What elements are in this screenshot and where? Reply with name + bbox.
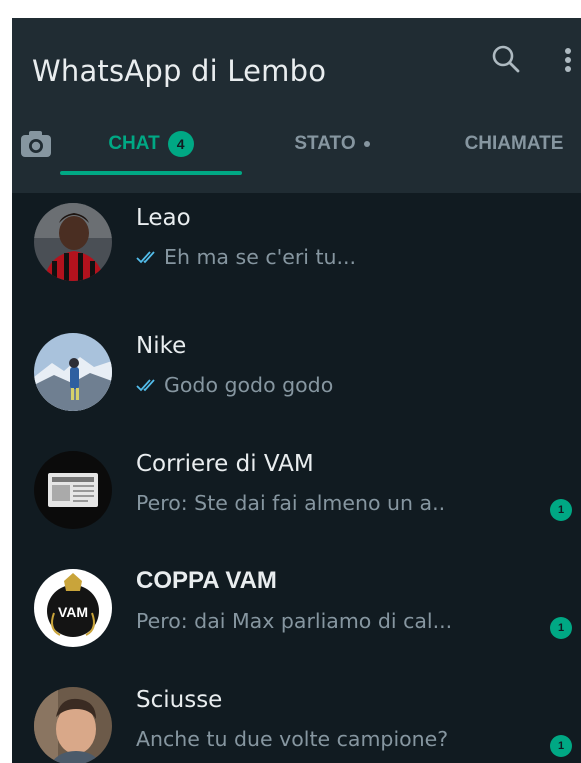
chat-preview-text: Pero: dai Max parliamo di cal... bbox=[136, 609, 453, 633]
chat-list: Leao Eh ma se c'eri tu... Nike Godo godo… bbox=[12, 193, 581, 763]
search-icon bbox=[492, 45, 520, 73]
avatar-nike bbox=[34, 333, 112, 411]
more-options-button[interactable] bbox=[556, 40, 580, 80]
unread-chats-badge: 4 bbox=[167, 131, 194, 157]
search-button[interactable] bbox=[486, 40, 526, 80]
chat-name: Corriere di VAM bbox=[136, 451, 314, 477]
camera-icon bbox=[21, 131, 51, 157]
tab-chiamate[interactable]: CHIAMATE bbox=[447, 124, 581, 164]
chat-preview-text: Eh ma se c'eri tu... bbox=[164, 245, 357, 269]
unread-badge: 1 bbox=[550, 617, 572, 639]
avatar-leao bbox=[34, 203, 112, 281]
avatar-sciusse bbox=[34, 687, 112, 763]
active-tab-indicator bbox=[60, 171, 242, 175]
chat-row-coppa-vam[interactable]: VAM COPPA VAM Pero: dai Max parliamo di … bbox=[12, 547, 581, 665]
avatar-corriere-di-vam bbox=[34, 451, 112, 529]
chat-row-nike[interactable]: Nike Godo godo godo bbox=[12, 311, 581, 429]
chat-preview: Pero: dai Max parliamo di cal... bbox=[136, 609, 452, 633]
tab-chat-label: CHAT bbox=[108, 133, 160, 154]
app-title: WhatsApp di Lembo bbox=[32, 54, 327, 88]
unread-badge: 1 bbox=[550, 735, 572, 757]
chat-name: COPPA VAM bbox=[136, 567, 277, 594]
chat-preview: Eh ma se c'eri tu... bbox=[136, 245, 356, 269]
unread-badge: 1 bbox=[550, 499, 572, 521]
tab-chat[interactable]: CHAT 4 bbox=[60, 124, 242, 164]
chat-preview-text: Godo godo godo bbox=[164, 373, 334, 397]
app-header: WhatsApp di Lembo CHAT 4 STATO CHIAMATE bbox=[12, 18, 581, 193]
tab-stato[interactable]: STATO bbox=[267, 124, 397, 164]
chat-preview: Anche tu due volte campione? bbox=[136, 727, 448, 751]
chat-row-leao[interactable]: Leao Eh ma se c'eri tu... bbox=[12, 193, 581, 311]
double-check-icon bbox=[136, 379, 155, 392]
chat-preview-text: Pero: Ste dai fai almeno un a.. bbox=[136, 491, 446, 515]
chat-preview: Godo godo godo bbox=[136, 373, 333, 397]
chat-preview-text: Anche tu due volte campione? bbox=[136, 727, 449, 751]
tab-stato-label: STATO bbox=[294, 133, 356, 154]
chat-preview: Pero: Ste dai fai almeno un a.. bbox=[136, 491, 445, 515]
chat-name: Leao bbox=[136, 205, 191, 231]
tab-camera[interactable] bbox=[18, 124, 54, 162]
chat-row-sciusse[interactable]: Sciusse Anche tu due volte campione? 1 bbox=[12, 665, 581, 763]
whatsapp-screen: WhatsApp di Lembo CHAT 4 STATO CHIAMATE … bbox=[12, 18, 581, 763]
double-check-icon bbox=[136, 251, 155, 264]
chat-name: Sciusse bbox=[136, 687, 223, 713]
tab-chiamate-label: CHIAMATE bbox=[464, 133, 564, 154]
avatar-coppa-vam-text: VAM bbox=[58, 604, 88, 620]
chat-name: Nike bbox=[136, 333, 187, 359]
new-status-dot bbox=[363, 141, 370, 147]
chat-row-corriere-di-vam[interactable]: Corriere di VAM Pero: Ste dai fai almeno… bbox=[12, 429, 581, 547]
avatar-coppa-vam: VAM bbox=[34, 569, 112, 647]
